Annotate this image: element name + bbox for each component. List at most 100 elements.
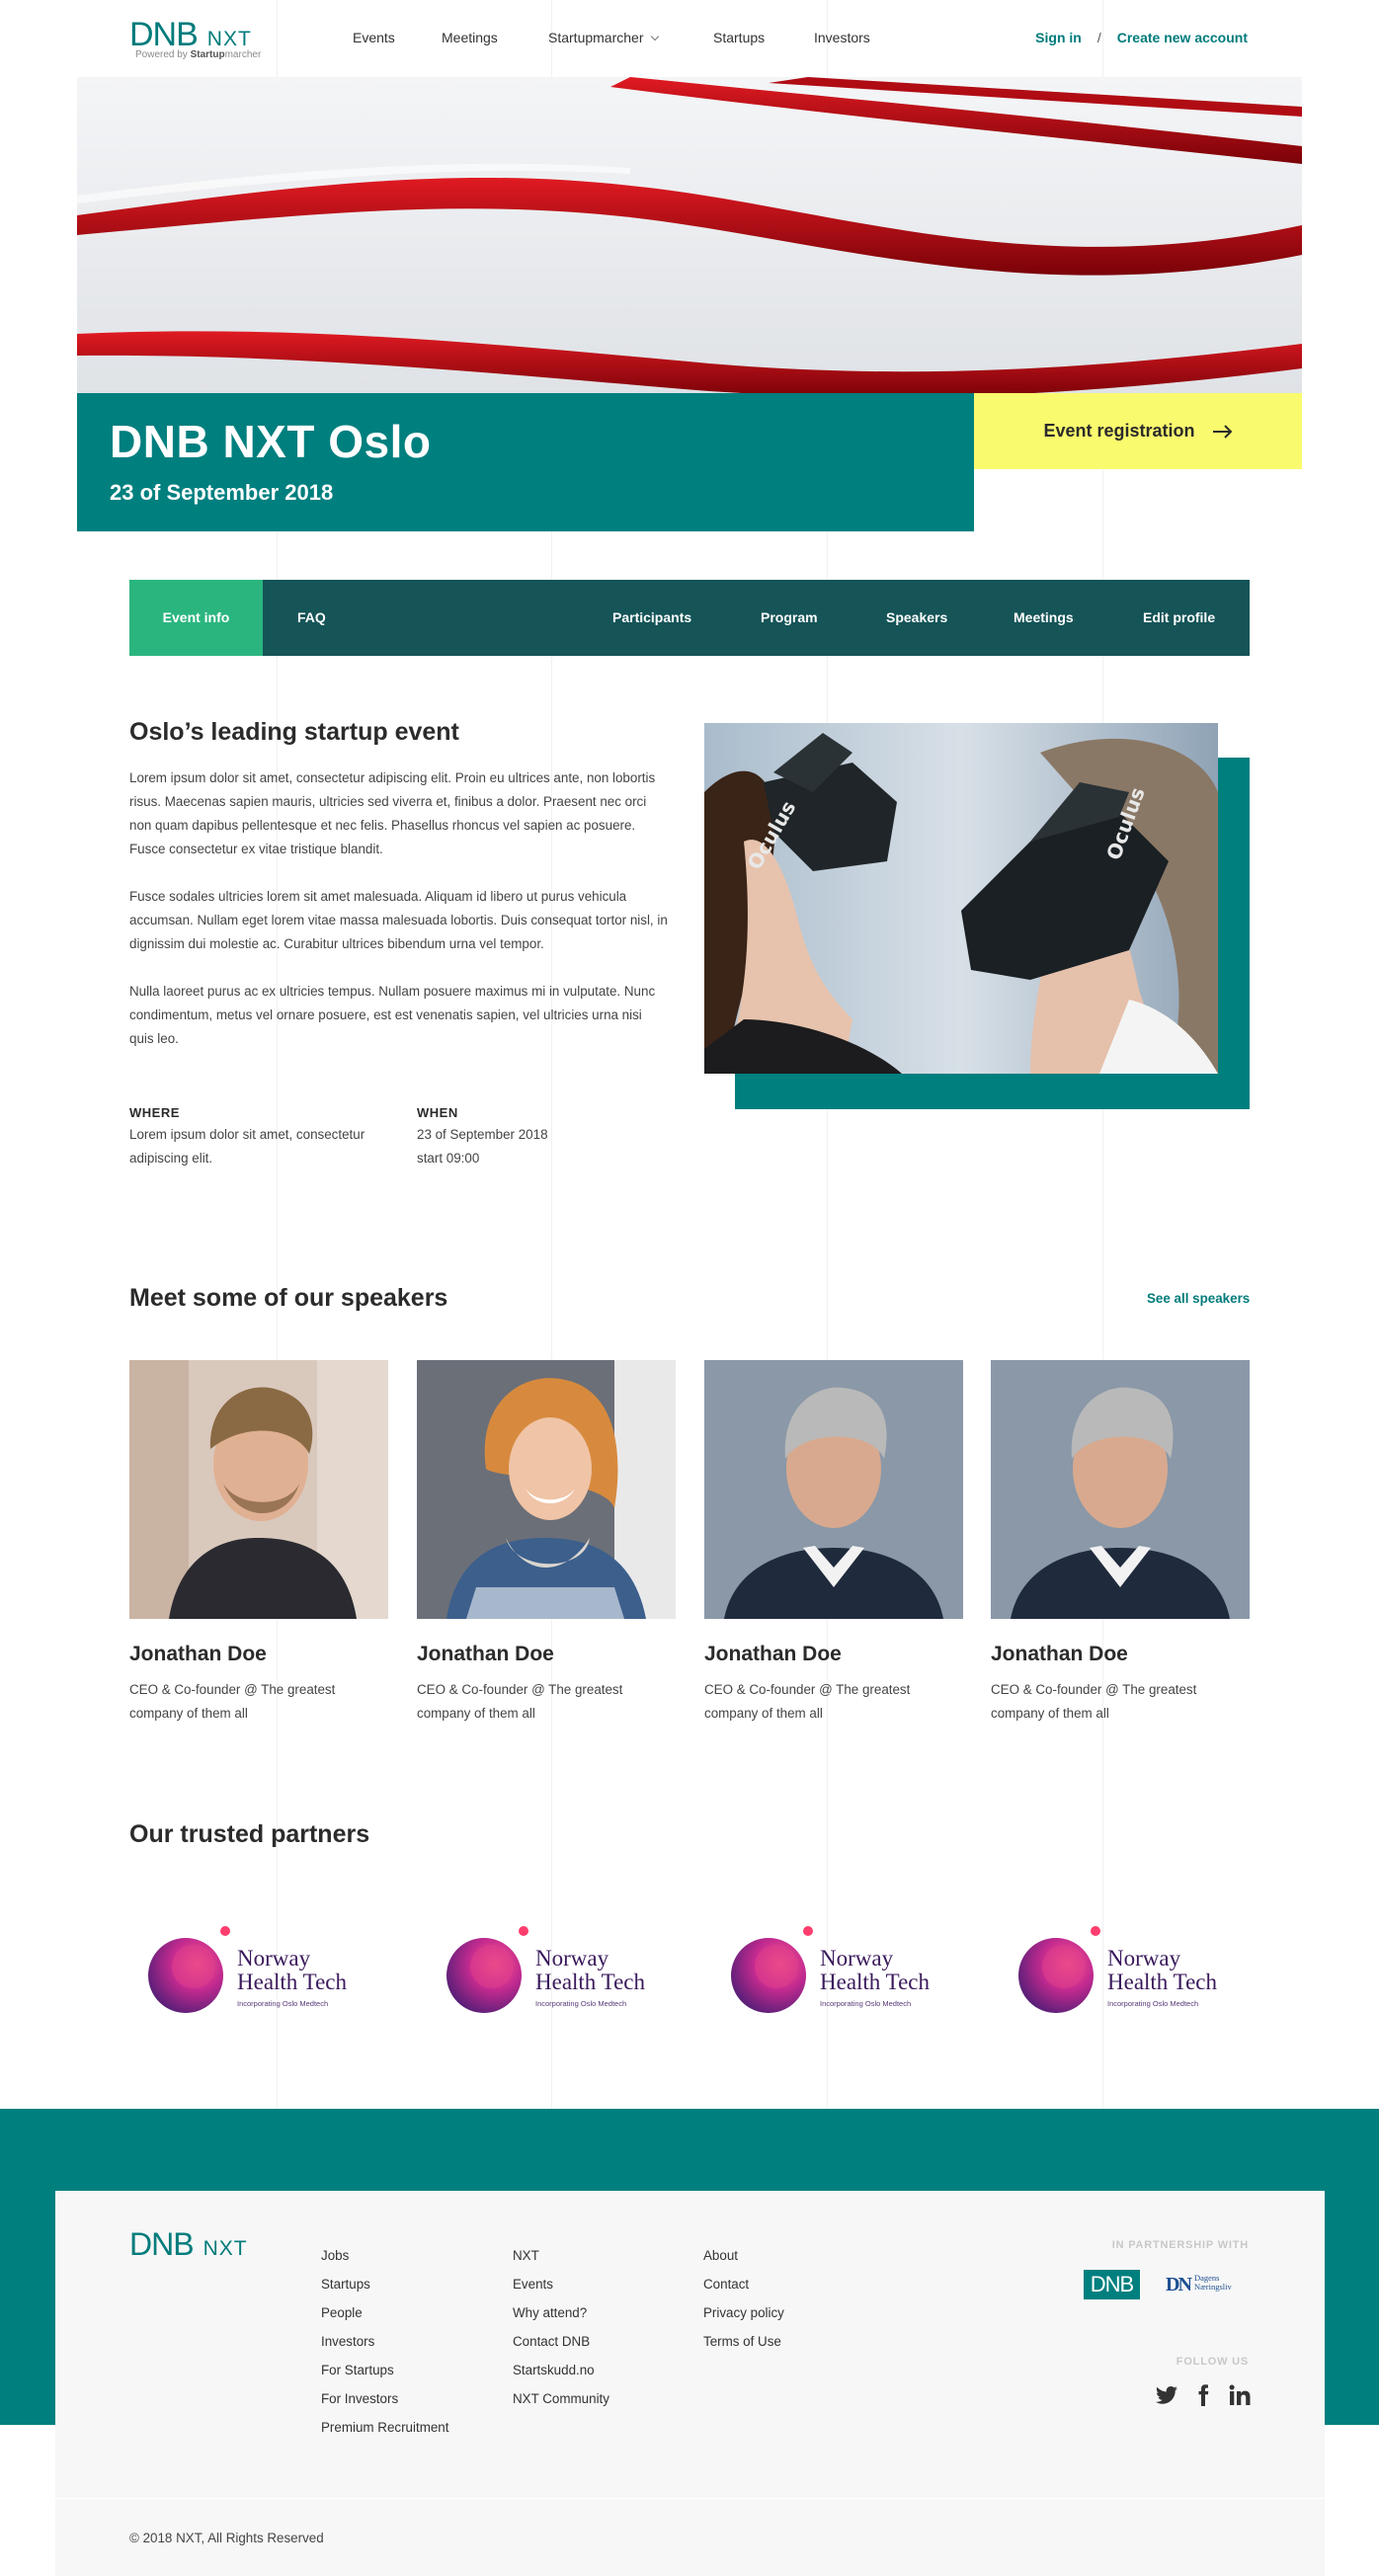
vr-photo: Oculus Oculus [704,723,1218,1074]
nav-startupmarcher[interactable]: Startupmarcher [548,30,660,45]
partner-subtitle: Incorporating Oslo Medtech [535,1999,627,2008]
facebook-icon[interactable] [1191,2383,1215,2407]
speaker-card[interactable]: Jonathan Doe CEO & Co-founder @ The grea… [129,1360,388,1726]
event-registration-label: Event registration [1043,421,1195,441]
event-date: 23 of September 2018 [110,480,334,505]
footer-link[interactable]: People [321,2298,448,2327]
partner-name: Norway Health Tech [820,1946,931,1994]
partner-subtitle: Incorporating Oslo Medtech [820,1999,912,2008]
footer-link[interactable]: Investors [321,2327,448,2356]
auth-separator: / [1096,30,1101,45]
speaker-photo [417,1360,676,1619]
about-paragraph: Fusce sodales ultricies lorem sit amet m… [129,889,668,951]
footer-link[interactable]: Contact DNB [513,2327,609,2356]
speaker-role: CEO & Co-founder @ The greatest company … [417,1682,623,1721]
site-header: DNB NXT Powered by Startupmarcher Events… [0,0,1379,77]
chevron-down-icon [651,32,660,41]
about-paragraph: Lorem ipsum dolor sit amet, consectetur … [129,770,656,856]
speaker-photo [704,1360,963,1619]
tab-faq[interactable]: FAQ [297,580,326,656]
logo-powered-by: Powered by Startupmarcher [135,49,262,60]
tab-speakers[interactable]: Speakers [886,580,947,656]
footer-link[interactable]: Why attend? [513,2298,609,2327]
footer-link[interactable]: For Investors [321,2384,448,2413]
footer-link[interactable]: Contact [703,2270,784,2298]
hero-image [77,77,1302,393]
nav-startups[interactable]: Startups [713,30,765,45]
dn-partner-logo[interactable]: DN [1166,2274,1192,2296]
about-paragraph: Nulla laoreet purus ac ex ultricies temp… [129,984,656,1046]
arrow-right-icon [1212,424,1232,439]
main-nav: Events Meetings Startupmarcher Startups … [0,30,988,49]
event-tabs: Event info FAQ Participants Program Spea… [129,580,1250,656]
tab-program[interactable]: Program [761,580,818,656]
partner-name: Norway Health Tech [237,1946,348,1994]
partner-subtitle: Incorporating Oslo Medtech [1107,1999,1199,2008]
tab-participants[interactable]: Participants [612,580,691,656]
nav-investors[interactable]: Investors [814,30,870,45]
speaker-photo [991,1360,1250,1619]
speakers-title: Meet some of our speakers [129,1284,448,1312]
partner-logo[interactable]: Norway Health Tech Incorporating Oslo Med… [146,1921,373,2015]
footer-link[interactable]: Privacy policy [703,2298,784,2327]
nav-meetings[interactable]: Meetings [442,30,498,45]
speaker-photo [129,1360,388,1619]
tab-edit-profile[interactable]: Edit profile [1143,580,1215,656]
partner-logo-mark [148,1926,230,2013]
linkedin-icon[interactable] [1228,2383,1252,2407]
nav-events[interactable]: Events [353,30,395,45]
footer-column-1: Jobs Startups People Investors For Start… [321,2241,448,2442]
site-footer: DNB NXT Jobs Startups People Investors F… [55,2191,1325,2576]
when-time: start 09:00 [417,1151,480,1166]
partner-subtitle: Incorporating Oslo Medtech [237,1999,329,2008]
partner-logo-mark [731,1926,813,2013]
when-date: 23 of September 2018 [417,1127,548,1142]
footer-link[interactable]: Jobs [321,2241,448,2270]
hero-title-box: DNB NXT Oslo 23 of September 2018 [77,393,974,531]
where-block: WHERE Lorem ipsum dolor sit amet, consec… [129,1103,396,1170]
speaker-name: Jonathan Doe [704,1643,842,1665]
speaker-name: Jonathan Doe [417,1643,554,1665]
footer-column-2: NXT Events Why attend? Contact DNB Start… [513,2241,609,2413]
speaker-card[interactable]: Jonathan Doe CEO & Co-founder @ The grea… [991,1360,1250,1726]
footer-link[interactable]: Terms of Use [703,2327,784,2356]
event-registration-button[interactable]: Event registration [974,393,1302,469]
footer-link[interactable]: About [703,2241,784,2270]
footer-divider [55,2498,1325,2499]
tab-meetings[interactable]: Meetings [1014,580,1074,656]
partner-logo-mark [446,1926,528,2013]
sign-in-link[interactable]: Sign in [1035,30,1082,45]
partner-logo[interactable]: Norway Health Tech Incorporating Oslo Med… [729,1921,956,2015]
footer-link[interactable]: NXT [513,2241,609,2270]
footer-link[interactable]: Events [513,2270,609,2298]
footer-link[interactable]: Premium Recruitment [321,2413,448,2442]
speaker-role: CEO & Co-founder @ The greatest company … [991,1682,1197,1721]
footer-link[interactable]: Startskudd.no [513,2356,609,2384]
partner-logo[interactable]: Norway Health Tech Incorporating Oslo Med… [1016,1921,1244,2015]
twitter-icon[interactable] [1155,2383,1178,2407]
footer-link[interactable]: NXT Community [513,2384,609,2413]
partner-name: Norway Health Tech [535,1946,646,1994]
partner-name: Norway Health Tech [1107,1946,1218,1994]
partners-title: Our trusted partners [129,1820,370,1848]
tab-event-info[interactable]: Event info [129,580,263,656]
see-all-speakers-link[interactable]: See all speakers [1147,1291,1250,1306]
footer-link[interactable]: Startups [321,2270,448,2298]
speaker-card[interactable]: Jonathan Doe CEO & Co-founder @ The grea… [704,1360,963,1726]
about-description: Lorem ipsum dolor sit amet, consectetur … [129,766,668,1075]
speaker-role: CEO & Co-founder @ The greatest company … [704,1682,911,1721]
speaker-name: Jonathan Doe [991,1643,1128,1665]
partner-logo-mark [1018,1926,1100,2013]
partner-logo[interactable]: Norway Health Tech Incorporating Oslo Med… [445,1921,672,2015]
speaker-name: Jonathan Doe [129,1643,267,1665]
follow-us-label: FOLLOW US [1176,2356,1249,2368]
speaker-role: CEO & Co-founder @ The greatest company … [129,1682,336,1721]
event-title: DNB NXT Oslo [110,416,432,467]
create-account-link[interactable]: Create new account [1117,30,1248,45]
footer-logo[interactable]: DNB NXT [129,2227,248,2261]
when-label: WHEN [417,1105,458,1120]
when-block: WHEN 23 of September 2018 start 09:00 [417,1103,614,1170]
dnb-partner-logo[interactable]: DNB [1084,2270,1140,2299]
speaker-card[interactable]: Jonathan Doe CEO & Co-founder @ The grea… [417,1360,676,1726]
footer-link[interactable]: For Startups [321,2356,448,2384]
